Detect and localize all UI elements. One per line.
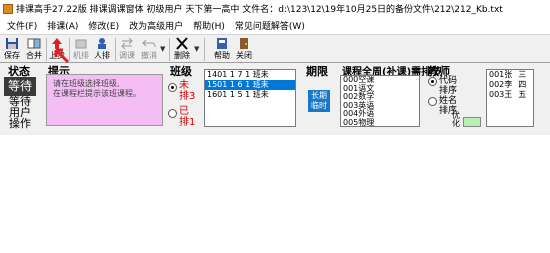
list-item[interactable]: 001张 三 xyxy=(487,70,533,80)
class-label: 班级 xyxy=(170,65,192,78)
course-list[interactable]: 000空课 001语文 002数学 003英语 004外语 005物理 xyxy=(340,75,420,127)
toolbar: 保存 合并 上步 机排 人排 调课 撤消 ▼ 删除 ▼ 帮助 关闭 xyxy=(0,34,550,63)
swap-icon xyxy=(121,37,133,50)
app-icon xyxy=(3,3,13,14)
menu-edit[interactable]: 修改(E) xyxy=(83,19,124,32)
machine-icon xyxy=(75,39,87,49)
close-door-icon xyxy=(240,38,248,49)
list-item[interactable]: 002李 四 xyxy=(487,80,533,90)
delete-button[interactable]: 删除 xyxy=(173,37,191,63)
delete-dropdown-icon[interactable]: ▼ xyxy=(194,45,199,53)
period-type-box[interactable]: 长期临时 xyxy=(308,90,330,112)
teacher-list[interactable]: 001张 三 002李 四 003王 五 xyxy=(486,69,534,127)
empty-workspace xyxy=(0,135,550,253)
status-indicator: 等待 xyxy=(4,77,36,96)
revoke-button[interactable]: 撤消 xyxy=(140,37,158,63)
hint-line-2: 在课程栏提示该班课程。 xyxy=(53,89,141,98)
hint-line-1: 请在班级选择班级, xyxy=(53,79,120,88)
help-button[interactable]: 帮助 xyxy=(213,37,231,63)
menu-bar: 文件(F) 排课(A) 修改(E) 改为高级用户 帮助(H) 常见问题解答(W) xyxy=(0,17,550,33)
status-description: 等待用户操作 xyxy=(9,95,31,130)
list-item[interactable]: 003王 五 xyxy=(487,90,533,100)
optimize-indicator[interactable] xyxy=(463,117,481,127)
adjust-button[interactable]: 调课 xyxy=(118,37,136,63)
radio-empty-icon xyxy=(428,97,437,106)
scheduled-radio[interactable]: 已排1 xyxy=(168,106,197,128)
list-item[interactable]: 1401 1 7 1 班未 xyxy=(205,70,295,80)
window-title: 排课高手27.22版 排课调课窗体 初级用户 天下第一高中 文件名：d:\123… xyxy=(16,5,503,15)
sort-by-code-radio[interactable]: 代码排序 xyxy=(428,76,459,96)
hint-box: 请在班级选择班级, 在课程栏提示该班课程。 xyxy=(46,74,163,126)
list-item-selected[interactable]: 1501 1 6 1 班未 xyxy=(205,80,295,90)
save-button[interactable]: 保存 xyxy=(3,37,21,63)
merge-icon xyxy=(27,38,41,49)
list-item[interactable]: 005物理 xyxy=(341,118,419,126)
close-button[interactable]: 关闭 xyxy=(235,37,253,63)
manual-schedule-button[interactable]: 人排 xyxy=(93,37,111,63)
title-bar: 排课高手27.22版 排课调课窗体 初级用户 天下第一高中 文件名：d:\123… xyxy=(0,0,550,17)
list-item[interactable]: 1601 1 5 1 班未 xyxy=(205,90,295,100)
delete-x-icon xyxy=(176,37,188,50)
period-label: 期限 xyxy=(306,65,328,78)
floppy-disk-icon xyxy=(6,38,18,49)
radio-selected-icon xyxy=(168,83,177,92)
menu-file[interactable]: 文件(F) xyxy=(2,19,42,32)
radio-selected-icon xyxy=(428,77,437,86)
radio-empty-icon xyxy=(168,109,177,118)
merge-button[interactable]: 合并 xyxy=(25,37,43,63)
revoke-dropdown-icon[interactable]: ▼ xyxy=(160,45,165,53)
undo-icon xyxy=(142,39,156,48)
menu-faq[interactable]: 常见问题解答(W) xyxy=(230,19,310,32)
unscheduled-radio[interactable]: 未排3 xyxy=(168,80,197,102)
menu-schedule[interactable]: 排课(A) xyxy=(42,19,83,32)
optimize-label: 优化 xyxy=(452,111,460,128)
class-list[interactable]: 1401 1 7 1 班未 1501 1 6 1 班未 1601 1 5 1 班… xyxy=(204,69,296,127)
menu-upgrade-user[interactable]: 改为高级用户 xyxy=(124,19,188,32)
person-icon xyxy=(98,38,106,49)
help-book-icon xyxy=(217,38,227,49)
menu-help[interactable]: 帮助(H) xyxy=(188,19,230,32)
